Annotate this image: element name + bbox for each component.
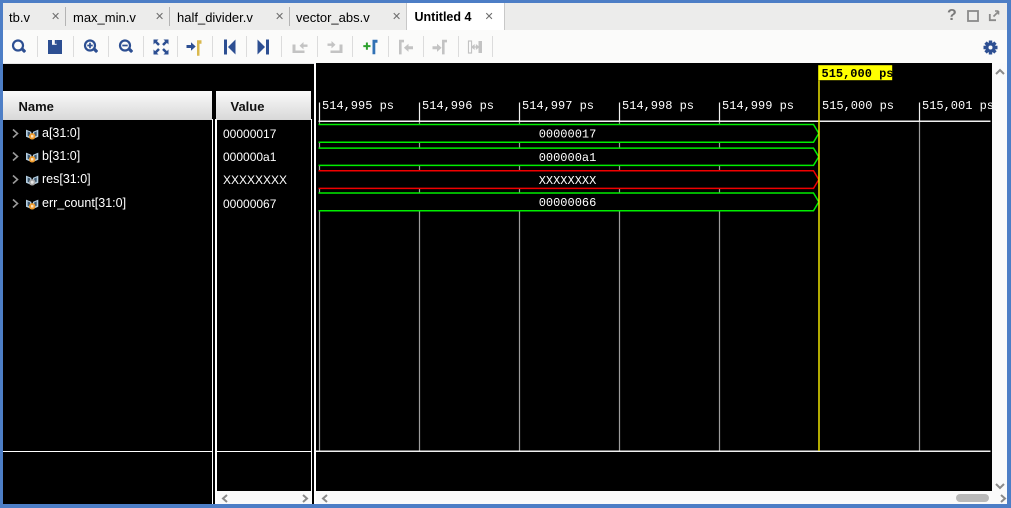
svg-text:514,996 ps: 514,996 ps: [422, 99, 494, 113]
svg-text:00000066: 00000066: [538, 196, 596, 210]
svg-text:514,995 ps: 514,995 ps: [322, 99, 394, 113]
svg-text:000000a1: 000000a1: [538, 151, 596, 165]
svg-text:515,000 ps: 515,000 ps: [822, 99, 894, 113]
svg-text:515,001 ps: 515,001 ps: [922, 99, 993, 113]
svg-text:514,997 ps: 514,997 ps: [522, 99, 594, 113]
svg-text:00000017: 00000017: [538, 128, 596, 142]
svg-text:515,000 ps: 515,000 ps: [821, 67, 893, 81]
svg-text:XXXXXXXX: XXXXXXXX: [538, 174, 596, 188]
svg-text:514,998 ps: 514,998 ps: [622, 99, 694, 113]
svg-text:514,999 ps: 514,999 ps: [722, 99, 794, 113]
